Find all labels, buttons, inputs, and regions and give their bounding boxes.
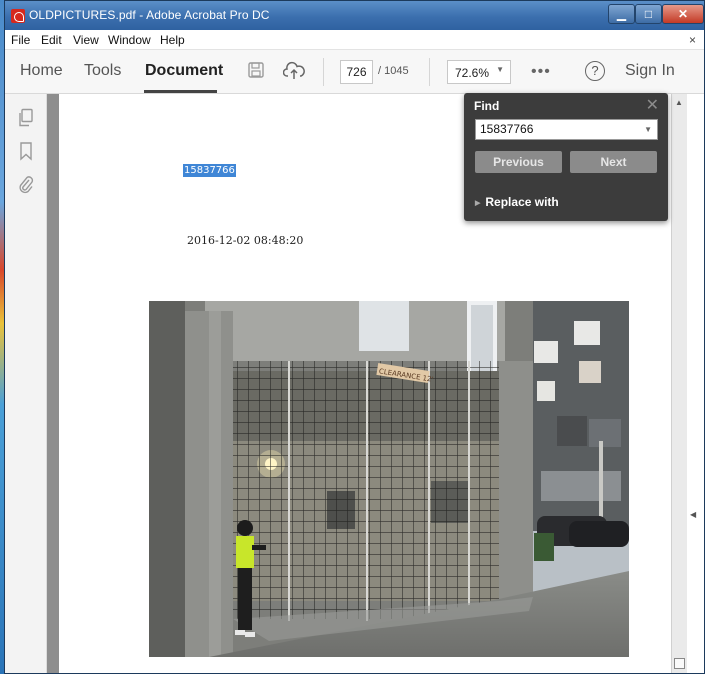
find-query-text: 15837766 [480, 122, 534, 136]
page-number-input[interactable]: 726 [340, 60, 373, 84]
replace-with-label: Replace with [485, 195, 559, 209]
next-button[interactable]: Next [570, 151, 657, 173]
right-pane-collapsed [687, 94, 704, 673]
chevron-right-icon: ▶ [475, 199, 481, 207]
attachment-icon[interactable] [17, 174, 35, 194]
more-tools-button[interactable]: ••• [531, 63, 551, 81]
maximize-button[interactable]: □ [635, 4, 662, 24]
scroll-down-button[interactable] [674, 658, 685, 669]
menu-help[interactable]: Help [160, 33, 185, 47]
garage-photo: CLEARANCE 12' [149, 301, 629, 657]
main-toolbar: Home Tools Document 726 / 1045 72.6% ▼ •… [5, 50, 704, 94]
toolbar-divider [429, 58, 430, 86]
menu-file[interactable]: File [11, 33, 30, 47]
close-window-button[interactable]: ✕ [662, 4, 704, 24]
vertical-scrollbar[interactable]: ▲ [671, 94, 687, 673]
menu-bar: File Edit View Window Help × [5, 30, 704, 50]
copy-pages-icon[interactable] [17, 108, 35, 128]
bookmark-icon[interactable] [17, 141, 35, 161]
page-total-label: / 1045 [378, 65, 409, 77]
photo-timestamp: 2016-12-02 08:48:20 [187, 234, 304, 247]
menu-window[interactable]: Window [108, 33, 151, 47]
find-input[interactable]: 15837766 ▼ [475, 119, 658, 140]
cloud-upload-icon[interactable] [282, 61, 305, 81]
left-navigation-pane [5, 94, 47, 673]
search-highlight: 15837766 [183, 164, 236, 177]
help-icon[interactable]: ? [585, 61, 605, 81]
acrobat-window: OLDPICTURES.pdf - Adobe Acrobat Pro DC ▁… [4, 0, 705, 674]
find-title: Find [474, 99, 500, 113]
tab-document[interactable]: Document [145, 62, 223, 80]
zoom-dropdown[interactable]: 72.6% ▼ [447, 60, 511, 84]
active-tab-indicator [144, 90, 217, 93]
sign-in-link[interactable]: Sign In [625, 62, 675, 80]
close-document-button[interactable]: × [689, 33, 696, 47]
acrobat-app-icon[interactable] [11, 9, 25, 23]
tab-tools[interactable]: Tools [84, 62, 121, 80]
zoom-value: 72.6% [455, 66, 490, 80]
expand-right-pane-icon[interactable]: ◀ [690, 510, 696, 519]
scroll-up-icon[interactable]: ▲ [675, 98, 683, 107]
save-icon[interactable] [246, 61, 266, 81]
chevron-down-icon[interactable]: ▼ [644, 120, 652, 139]
minimize-button[interactable]: ▁ [608, 4, 635, 24]
chevron-down-icon: ▼ [496, 65, 504, 74]
menu-edit[interactable]: Edit [41, 33, 62, 47]
toolbar-divider [323, 58, 324, 86]
previous-button[interactable]: Previous [475, 151, 562, 173]
menu-view[interactable]: View [73, 33, 99, 47]
close-icon[interactable]: ✕ [646, 95, 659, 115]
find-panel: Find ✕ 15837766 ▼ Previous Next ▶ Replace… [464, 93, 668, 221]
window-title: OLDPICTURES.pdf - Adobe Acrobat Pro DC [29, 8, 270, 22]
tab-home[interactable]: Home [20, 62, 63, 80]
title-bar[interactable]: OLDPICTURES.pdf - Adobe Acrobat Pro DC ▁… [5, 1, 704, 30]
replace-with-toggle[interactable]: ▶ Replace with [475, 195, 559, 209]
